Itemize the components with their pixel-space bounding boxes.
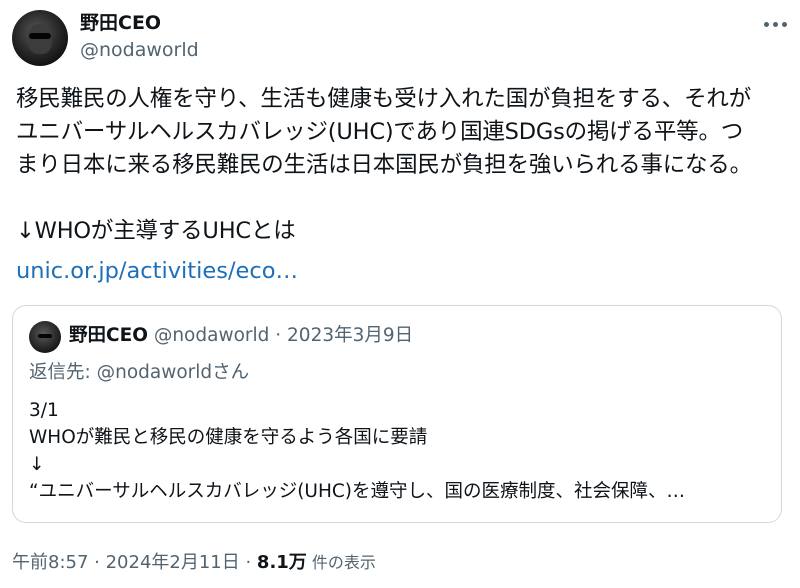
quoted-reply-to: 返信先: @nodaworldさん <box>29 362 250 383</box>
avatar[interactable] <box>12 10 68 66</box>
tweet-link[interactable]: unic.or.jp/activities/eco… <box>16 255 298 288</box>
avatar-sunglasses <box>29 33 51 39</box>
quoted-tweet-card[interactable]: 野田CEO @nodaworld · 2023年3月9日 返信先: @nodaw… <box>12 305 782 523</box>
dot <box>782 22 787 27</box>
dot <box>773 22 778 27</box>
author-display-name[interactable]: 野田CEO <box>80 11 161 35</box>
author-handle[interactable]: @nodaworld <box>80 38 199 62</box>
quoted-display-name: 野田CEO <box>69 325 148 346</box>
tweet: 野田CEO @nodaworld 移民難民の人権を守り、生活も健康も受け入れた国… <box>0 0 800 588</box>
quoted-tweet-header: 野田CEO @nodaworld · 2023年3月9日 <box>69 324 413 348</box>
dot <box>764 22 769 27</box>
quoted-avatar <box>29 321 61 353</box>
avatar-face <box>28 24 52 54</box>
views-label: 件の表示 <box>306 553 376 572</box>
more-horizontal-icon[interactable] <box>762 12 790 36</box>
tweet-timestamp[interactable]: 午前8:57 · 2024年2月11日 · <box>12 552 257 573</box>
quoted-avatar-sunglasses <box>38 334 52 338</box>
tweet-text: 移民難民の人権を守り、生活も健康も受け入れた国が負担をする、それが ユニバーサル… <box>16 86 752 244</box>
tweet-footer: 午前8:57 · 2024年2月11日 · 8.1万 件の表示 <box>12 551 376 575</box>
quoted-handle-date: @nodaworld · 2023年3月9日 <box>147 325 414 346</box>
views-count: 8.1万 <box>256 552 307 573</box>
quoted-tweet-text: 3/1 WHOが難民と移民の健康を守るよう各国に要請 ↓ “ユニバーサルヘルスカ… <box>29 400 686 502</box>
